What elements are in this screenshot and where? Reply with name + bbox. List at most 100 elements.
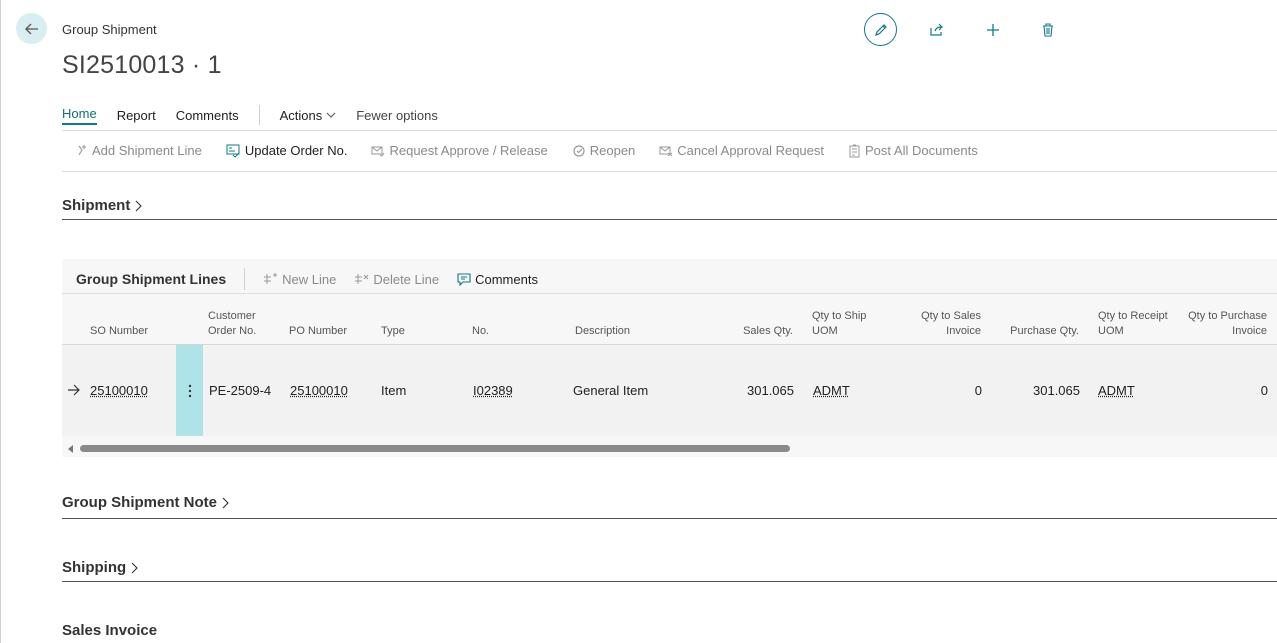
section-shipment-underline: [62, 219, 1277, 220]
col-type[interactable]: Type: [381, 324, 405, 339]
add-shipment-line-button[interactable]: Add Shipment Line: [76, 143, 202, 158]
col-qty-to-purchase-invoice[interactable]: Qty to Purchase Invoice: [1188, 309, 1267, 339]
new-line-label: New Line: [282, 271, 337, 287]
tabs-divider: [62, 130, 1277, 131]
cell-sales-qty[interactable]: 301.065: [747, 383, 794, 398]
delete-button[interactable]: [1031, 13, 1064, 46]
horizontal-scrollbar[interactable]: [62, 443, 1277, 455]
lines-toolbar-separator: [244, 268, 246, 290]
section-sales-invoice-header[interactable]: Sales Invoice: [62, 622, 1277, 639]
cell-customer-order-no[interactable]: PE-2509-4: [209, 383, 271, 398]
lines-comments-button[interactable]: Comments: [457, 272, 538, 287]
col-qty-to-ship-uom[interactable]: Qty to Ship UOM: [812, 309, 866, 339]
col-customer-order-line2: Order No.: [208, 325, 257, 337]
col-no[interactable]: No.: [472, 324, 489, 339]
tab-actions-label: Actions: [279, 107, 323, 123]
action-bar-tabs: Home Report Comments Actions Fewer optio…: [62, 104, 458, 126]
col-qty-receipt-line1: Qty to Receipt: [1098, 310, 1168, 322]
section-shipment-header[interactable]: Shipment: [62, 197, 1277, 214]
section-note-underline: [62, 518, 1277, 519]
cell-po-number[interactable]: 25100010: [290, 383, 348, 398]
page-title: SI2510013 · 1: [62, 51, 222, 79]
scroll-left-icon[interactable]: [67, 444, 75, 454]
add-shipment-line-label: Add Shipment Line: [92, 143, 202, 158]
cell-type[interactable]: Item: [381, 383, 406, 398]
col-qty-purch-line2: Invoice: [1232, 325, 1267, 337]
cell-qty-to-sales-invoice[interactable]: 0: [975, 383, 982, 398]
update-order-no-label: Update Order No.: [244, 143, 348, 158]
reopen-icon: [573, 144, 585, 157]
col-so-number[interactable]: SO Number: [90, 324, 148, 339]
more-vertical-icon: [188, 384, 191, 397]
reopen-button[interactable]: Reopen: [572, 143, 636, 158]
delete-line-button[interactable]: Delete Line: [354, 272, 439, 287]
col-qty-sales-line1: Qty to Sales: [921, 310, 981, 322]
update-order-no-button[interactable]: Update Order No.: [226, 143, 348, 158]
col-customer-order-no[interactable]: Customer Order No.: [208, 309, 256, 339]
scrollbar-thumb[interactable]: [80, 445, 790, 452]
tab-separator: [258, 105, 260, 125]
section-shipment-title: Shipment: [62, 197, 131, 214]
lines-toolbar-divider: [62, 293, 1277, 294]
page-caption: Group Shipment: [62, 22, 157, 37]
delete-icon: [1042, 22, 1053, 37]
chevron-down-icon: [326, 112, 336, 118]
cancel-approval-request-button[interactable]: Cancel Approval Request: [659, 143, 824, 158]
cell-description[interactable]: General Item: [573, 383, 648, 398]
row-menu-button[interactable]: [176, 345, 203, 436]
cell-purchase-qty[interactable]: 301.065: [1033, 383, 1080, 398]
new-line-button[interactable]: New Line: [263, 272, 336, 287]
delete-line-label: Delete Line: [373, 271, 440, 287]
cell-qty-to-purchase-invoice[interactable]: 0: [1261, 383, 1268, 398]
new-button[interactable]: [976, 13, 1009, 46]
section-shipping-header[interactable]: Shipping: [62, 559, 1277, 576]
col-description[interactable]: Description: [575, 324, 630, 339]
section-note-title: Group Shipment Note: [62, 494, 217, 511]
share-button[interactable]: [920, 13, 953, 46]
col-qty-sales-line2: Invoice: [946, 325, 981, 337]
lines-comments-label: Comments: [475, 271, 538, 287]
col-purchase-qty[interactable]: Purchase Qty.: [1010, 324, 1079, 339]
back-button[interactable]: [16, 13, 47, 44]
request-approve-release-label: Request Approve / Release: [389, 143, 548, 158]
cell-qty-to-receipt-uom[interactable]: ADMT: [1098, 383, 1135, 398]
cell-so-number[interactable]: 25100010: [90, 383, 148, 398]
cell-no[interactable]: I02389: [473, 383, 513, 398]
cell-qty-to-ship-uom[interactable]: ADMT: [813, 383, 850, 398]
plus-icon: [986, 23, 999, 36]
tab-fewer-options[interactable]: Fewer options: [356, 108, 438, 123]
col-qty-ship-line1: Qty to Ship: [812, 310, 867, 322]
chevron-right-icon: [222, 497, 229, 508]
col-qty-purch-line1: Qty to Purchase: [1188, 310, 1267, 322]
tab-actions[interactable]: Actions: [280, 108, 337, 123]
col-qty-to-receipt-uom[interactable]: Qty to Receipt UOM: [1098, 309, 1168, 339]
cancel-approval-icon: [659, 146, 673, 157]
col-sales-qty[interactable]: Sales Qty.: [743, 324, 793, 339]
edit-button[interactable]: [864, 13, 897, 46]
col-qty-to-sales-invoice[interactable]: Qty to Sales Invoice: [921, 309, 981, 339]
section-note-header[interactable]: Group Shipment Note: [62, 494, 1277, 511]
add-line-icon: [78, 144, 86, 155]
update-order-icon: [226, 144, 240, 158]
request-approve-release-button[interactable]: Request Approve / Release: [371, 143, 548, 158]
tab-home[interactable]: Home: [62, 106, 97, 125]
edit-icon: [874, 23, 887, 36]
chevron-right-icon: [131, 562, 138, 573]
col-qty-receipt-line2: UOM: [1098, 325, 1124, 337]
back-arrow-icon: [24, 23, 38, 34]
col-customer-order-line1: Customer: [208, 310, 256, 322]
reopen-label: Reopen: [589, 143, 636, 158]
col-qty-ship-line2: UOM: [812, 325, 838, 337]
section-sales-invoice-title: Sales Invoice: [62, 622, 158, 639]
table-row[interactable]: 25100010 PE-2509-4 25100010 Item I02389 …: [62, 345, 1277, 436]
post-all-documents-label: Post All Documents: [865, 143, 978, 158]
col-po-number[interactable]: PO Number: [289, 324, 347, 339]
actions-divider: [62, 171, 1277, 172]
group-shipment-lines-panel: Group Shipment Lines New Line Delete Lin…: [62, 259, 1277, 457]
post-all-documents-button[interactable]: Post All Documents: [848, 143, 978, 158]
chevron-right-icon: [135, 200, 143, 211]
delete-line-icon: [355, 274, 369, 284]
tab-report[interactable]: Report: [117, 108, 156, 123]
tab-comments[interactable]: Comments: [176, 108, 239, 123]
action-row: Add Shipment Line Update Order No. Reque…: [76, 143, 1002, 158]
